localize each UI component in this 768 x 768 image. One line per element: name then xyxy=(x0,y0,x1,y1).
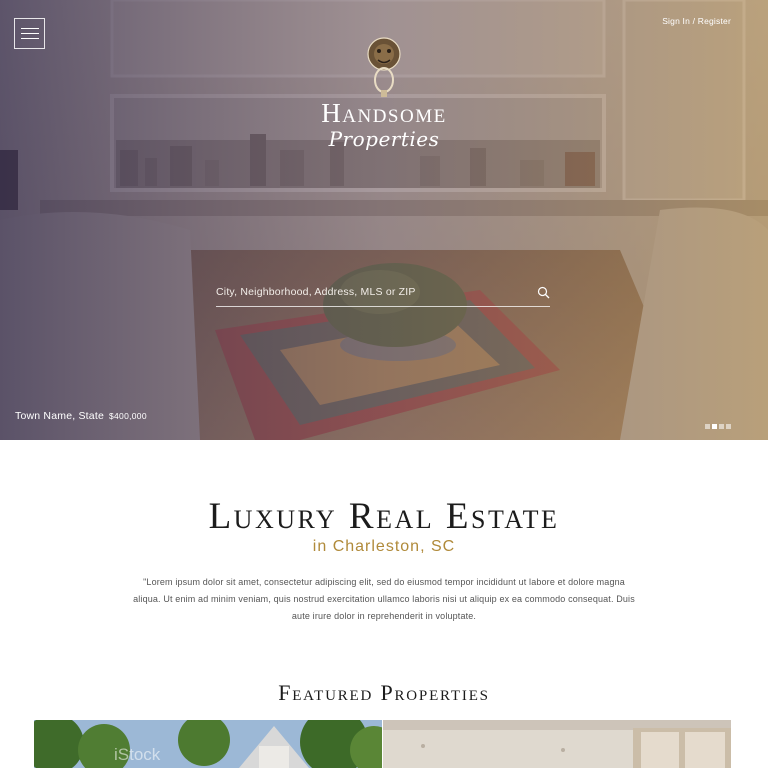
page-subtitle: in Charleston, SC xyxy=(312,538,456,555)
slide-dot-2[interactable] xyxy=(712,424,717,429)
site-logo[interactable]: Handsome Properties xyxy=(290,36,478,164)
search-icon[interactable] xyxy=(537,286,550,299)
property-photo: iStock xyxy=(34,720,382,768)
menu-button[interactable] xyxy=(14,18,45,49)
lion-door-knocker-icon xyxy=(367,37,401,97)
slide-dot-1[interactable] xyxy=(705,424,710,429)
logo-subtitle: Properties xyxy=(328,127,440,151)
hamburger-menu-icon-bar xyxy=(21,38,39,39)
featured-property-card[interactable]: iStock xyxy=(34,720,382,768)
hamburger-menu-icon xyxy=(21,28,39,29)
slide-dot-3[interactable] xyxy=(719,424,724,429)
hero-banner: Sign In / Register Handsome Properties T… xyxy=(0,0,768,440)
hamburger-menu-icon-bar xyxy=(21,33,39,34)
intro-description: "Lorem ipsum dolor sit amet, consectetur… xyxy=(133,577,635,621)
slider-pagination xyxy=(703,416,731,429)
featured-properties-heading: Featured Properties xyxy=(278,680,490,705)
listing-caption: Town Name, State $400,000 xyxy=(15,410,147,422)
watermark-text: iStock xyxy=(114,745,161,764)
slide-dot-4[interactable] xyxy=(726,424,731,429)
search-input[interactable] xyxy=(216,281,526,303)
listing-price: $400,000 xyxy=(109,411,147,421)
listing-location: Town Name, State xyxy=(15,410,104,422)
page-title: Luxury Real Estate xyxy=(208,496,560,537)
featured-property-card[interactable] xyxy=(383,720,731,768)
property-photo xyxy=(383,720,731,768)
sign-in-register-link[interactable]: Sign In / Register xyxy=(662,16,731,26)
property-search-bar xyxy=(216,281,550,307)
